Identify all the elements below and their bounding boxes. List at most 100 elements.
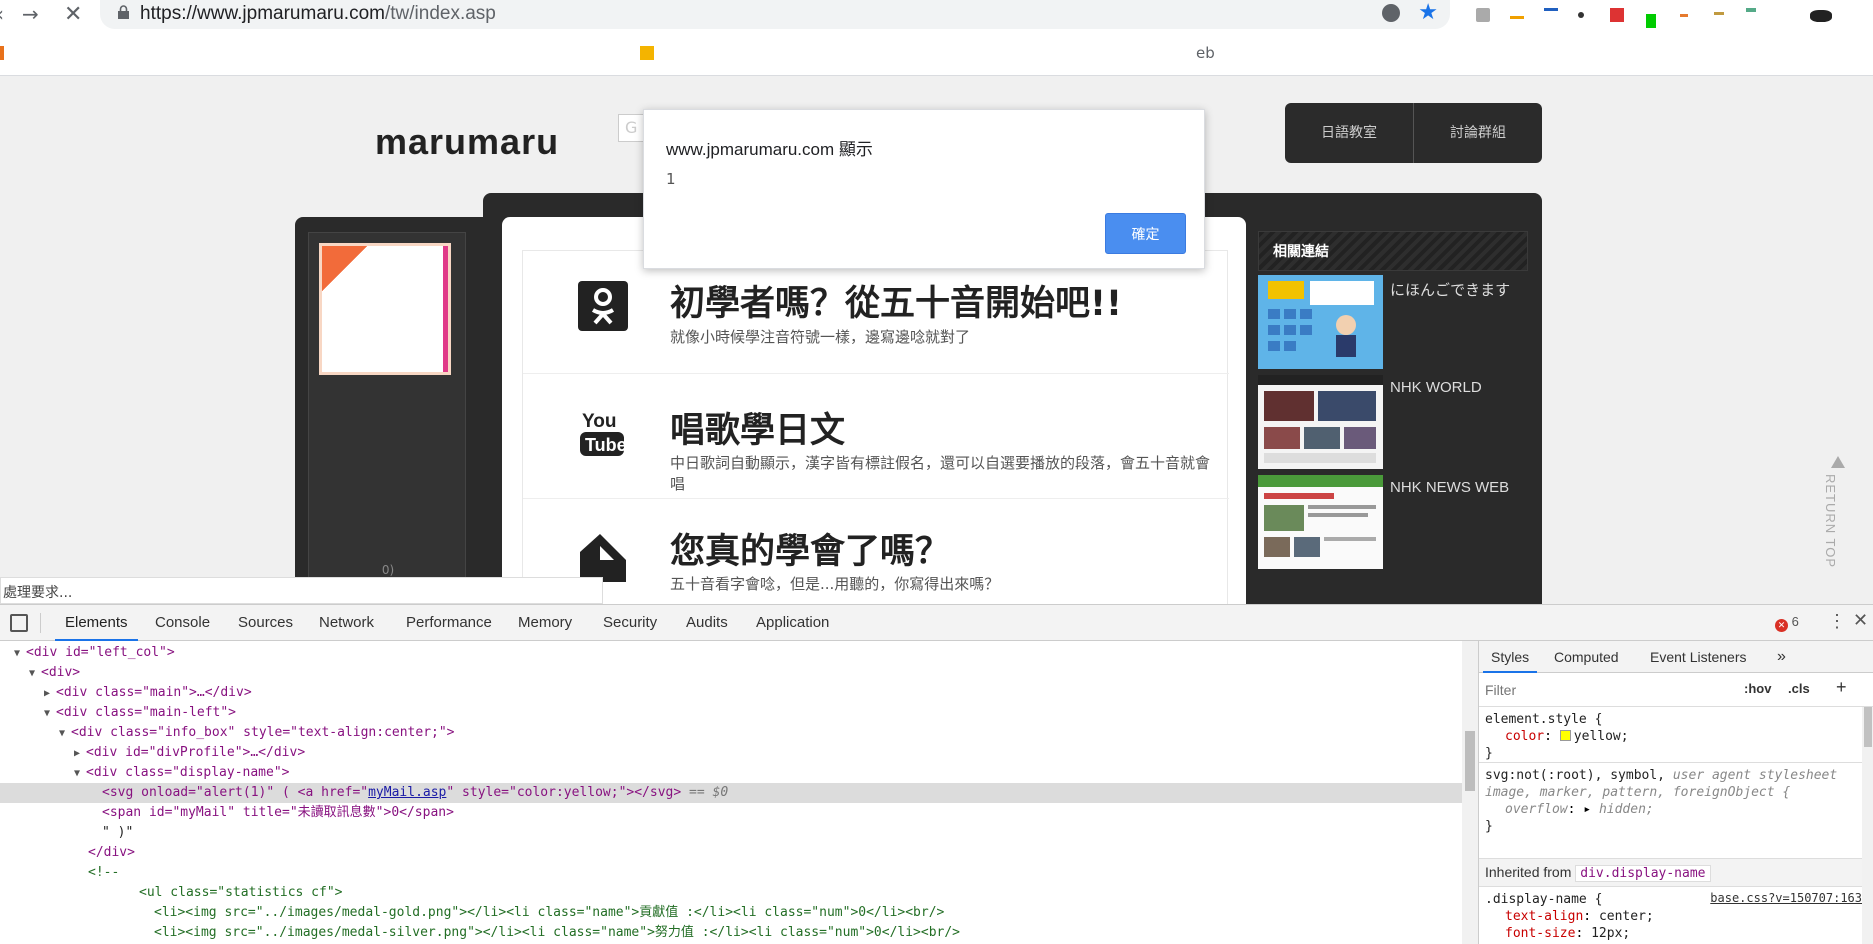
tab-application[interactable]: Application: [746, 605, 839, 641]
return-top-button[interactable]: RETURN TOP: [1823, 456, 1853, 576]
dom-node[interactable]: ▶ <div id="divProfile">…</div>: [0, 743, 1462, 763]
alert-ok-button[interactable]: 確定: [1105, 213, 1186, 254]
feature-item[interactable]: 您真的學會了嗎？ 五十音看字會唸，但是...用聽的，你寫得出來嗎？: [523, 499, 1229, 604]
css-value: center;: [1598, 909, 1654, 924]
extension-icon[interactable]: [1746, 8, 1756, 12]
pencil-box-icon: [580, 534, 626, 582]
youtube-icon: You Tube: [580, 411, 627, 456]
collapse-triangle-icon[interactable]: ▶: [44, 684, 56, 704]
extension-icon[interactable]: [1714, 12, 1724, 15]
dom-node[interactable]: </div>: [0, 843, 1462, 863]
hover-state-button[interactable]: :hov: [1744, 681, 1771, 696]
link-nhk-news-web[interactable]: NHK NEWS WEB: [1258, 475, 1528, 571]
translate-icon[interactable]: [1382, 4, 1400, 22]
expand-triangle-icon[interactable]: ▼: [14, 644, 26, 664]
dom-scrollbar[interactable]: [1462, 641, 1478, 944]
dom-node[interactable]: ▼ <div class="main-left">: [0, 703, 1462, 723]
dom-comment[interactable]: <!--: [0, 863, 1462, 883]
link-nihongo-dekimasu[interactable]: にほんごできます: [1258, 275, 1528, 371]
styles-filter-input[interactable]: [1485, 679, 1725, 701]
extension-icon[interactable]: [1476, 8, 1490, 22]
tab-network[interactable]: Network: [309, 605, 384, 641]
dom-comment-line[interactable]: <li><img src="../images/medal-gold.png">…: [0, 903, 1462, 923]
bookmark-item[interactable]: eb: [1196, 44, 1215, 62]
dom-tag: <div class="display-name">: [86, 765, 290, 780]
link-label: にほんごできます: [1390, 282, 1511, 299]
expand-triangle-icon[interactable]: ▼: [44, 704, 56, 724]
collapse-triangle-icon[interactable]: ▶: [74, 744, 86, 764]
dom-node[interactable]: <span id="myMail" title="未讀取訊息數">0</span…: [0, 803, 1462, 823]
dom-text-node[interactable]: " )": [0, 823, 1462, 843]
devtools-tabbar: Elements Console Sources Network Perform…: [0, 605, 1873, 641]
tab-console[interactable]: Console: [145, 605, 220, 641]
apps-icon[interactable]: [0, 46, 4, 60]
dom-node-selected[interactable]: <svg onload="alert(1)" ( <a href="myMail…: [0, 783, 1462, 803]
scrollbar-thumb[interactable]: [1465, 731, 1475, 791]
tab-computed[interactable]: Computed: [1546, 641, 1627, 673]
link-label: NHK NEWS WEB: [1390, 479, 1510, 496]
style-rule-display-name[interactable]: .display-name { base.css?v=150707:163 te…: [1479, 887, 1873, 944]
expand-triangle-icon[interactable]: ▼: [59, 724, 71, 744]
device-toolbar-icon[interactable]: [10, 614, 28, 632]
feature-item[interactable]: 初學者嗎？從五十音開始吧!! 就像小時候學注音符號一樣，邊寫邊唸就對了: [523, 251, 1229, 374]
tab-security[interactable]: Security: [593, 605, 667, 641]
site-logo[interactable]: marumaru: [375, 121, 559, 163]
dom-comment-line[interactable]: <li><img src="../images/medal-silver.png…: [0, 923, 1462, 943]
class-toggle-button[interactable]: .cls: [1788, 681, 1810, 696]
dom-tag: " style="color:yellow;"></svg>: [446, 785, 682, 800]
tab-audits[interactable]: Audits: [676, 605, 738, 641]
bookmark-star-icon[interactable]: ★: [1418, 0, 1438, 25]
tab-sources[interactable]: Sources: [228, 605, 303, 641]
scrollbar-thumb[interactable]: [1864, 707, 1872, 747]
style-rule-user-agent[interactable]: svg:not(:root), symbol, user agent style…: [1479, 763, 1873, 859]
extension-icon[interactable]: [1510, 16, 1524, 19]
dom-comment-line[interactable]: <ul class="statistics cf">: [0, 883, 1462, 903]
extension-icon[interactable]: [1680, 14, 1688, 17]
stop-icon[interactable]: ✕: [64, 2, 82, 27]
error-counter[interactable]: ✕ 6: [1775, 614, 1799, 632]
svg-text:You: You: [582, 411, 616, 432]
tab-event-listeners[interactable]: Event Listeners: [1642, 641, 1755, 673]
forward-icon[interactable]: →: [22, 2, 39, 26]
expand-triangle-icon[interactable]: ▼: [29, 664, 41, 684]
color-swatch[interactable]: [1559, 730, 1571, 741]
tab-styles[interactable]: Styles: [1483, 641, 1538, 673]
profile-avatar[interactable]: [1810, 10, 1832, 22]
error-count: 6: [1791, 614, 1799, 629]
kebab-menu-icon[interactable]: ⋮: [1828, 611, 1846, 632]
dom-link[interactable]: myMail.asp: [368, 785, 446, 800]
tab-memory[interactable]: Memory: [508, 605, 582, 641]
menu-discussion-group[interactable]: 討論群組: [1414, 103, 1542, 163]
dom-node[interactable]: ▼ <div class="info_box" style="text-align…: [0, 723, 1462, 743]
link-nhk-world[interactable]: NHK WORLD: [1258, 375, 1528, 471]
inherited-header: Inherited from div.display-name: [1479, 859, 1873, 887]
close-devtools-icon[interactable]: ✕: [1853, 610, 1868, 631]
dom-node[interactable]: ▼ <div id="left_col">: [0, 643, 1462, 663]
expand-triangle-icon[interactable]: ▼: [74, 764, 86, 784]
dom-node[interactable]: ▶ <div class="main">…</div>: [0, 683, 1462, 703]
bookmark-folder-icon[interactable]: [640, 46, 654, 60]
dom-node[interactable]: ▼ <div class="display-name">: [0, 763, 1462, 783]
dom-node[interactable]: ▼ <div>: [0, 663, 1462, 683]
tab-elements[interactable]: Elements: [55, 605, 138, 641]
profile-avatar-image[interactable]: [319, 243, 451, 375]
menu-japanese-class[interactable]: 日語教室: [1285, 103, 1413, 163]
rule-declaration[interactable]: text-align: center;: [1485, 908, 1868, 925]
extension-icon[interactable]: [1610, 8, 1624, 22]
style-rule-element[interactable]: element.style { color: yellow; }: [1479, 707, 1873, 763]
new-rule-button[interactable]: +: [1836, 677, 1847, 698]
rule-declaration[interactable]: color: yellow;: [1485, 728, 1868, 745]
rule-declaration[interactable]: font-size: 12px;: [1485, 925, 1868, 942]
back-icon[interactable]: ‹: [0, 2, 4, 26]
more-tabs-icon[interactable]: »: [1769, 641, 1794, 673]
extension-icon[interactable]: [1544, 8, 1558, 11]
extension-icon[interactable]: [1578, 12, 1584, 18]
feature-item[interactable]: You Tube 唱歌學日文 中日歌詞自動顯示，漢字皆有標註假名，還可以自選要播…: [523, 374, 1229, 499]
stylesheet-source-link[interactable]: base.css?v=150707:163: [1710, 891, 1862, 905]
address-bar[interactable]: https://www.jpmarumaru.com/tw/index.asp …: [100, 0, 1450, 29]
inherited-node-link[interactable]: div.display-name: [1575, 865, 1711, 882]
extension-icon[interactable]: [1646, 14, 1656, 28]
styles-scrollbar[interactable]: [1862, 707, 1873, 944]
tab-performance[interactable]: Performance: [396, 605, 502, 641]
dom-tree: ▼ <div id="left_col"> ▼ <div> ▶ <div class=…: [0, 641, 1462, 944]
